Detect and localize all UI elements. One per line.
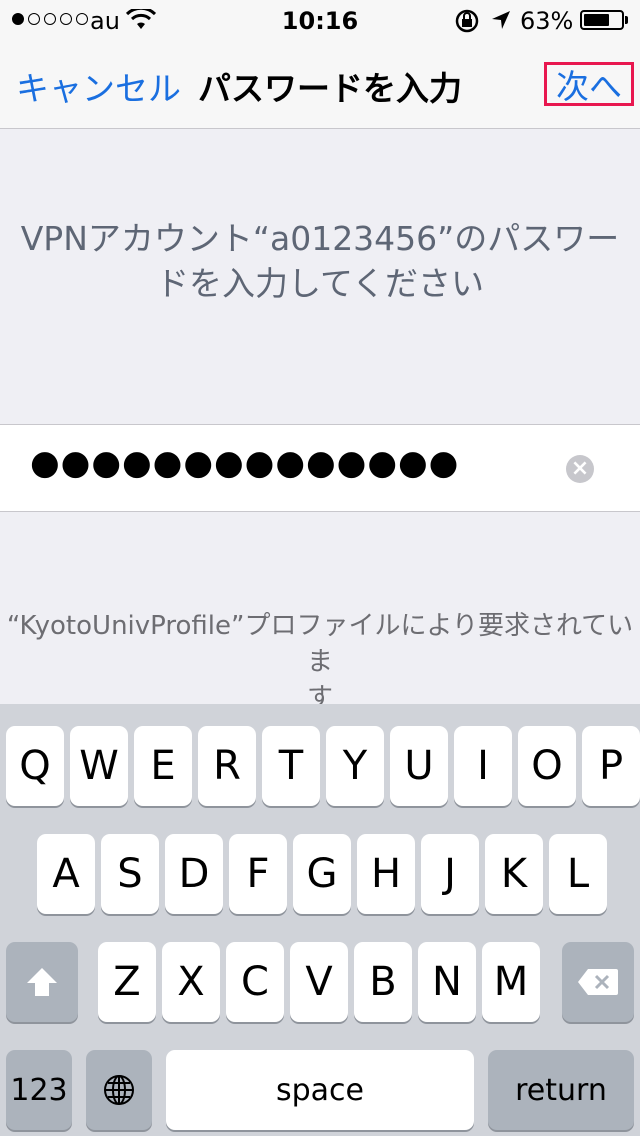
key-z[interactable]: Z: [98, 942, 156, 1022]
key-a[interactable]: A: [37, 834, 95, 914]
note-line-1: “KyotoUnivProfile”プロファイルにより要求されていま: [6, 611, 634, 677]
cancel-button[interactable]: キャンセル: [16, 62, 181, 110]
key-l[interactable]: L: [549, 834, 607, 914]
key-u[interactable]: U: [390, 726, 448, 806]
password-field[interactable]: ●●●●●●●●●●●●●● ×: [0, 424, 640, 512]
key-w[interactable]: W: [70, 726, 128, 806]
return-key[interactable]: return: [488, 1050, 634, 1130]
globe-icon: [104, 1075, 134, 1105]
key-p[interactable]: P: [582, 726, 640, 806]
rotation-lock-icon: [454, 8, 480, 38]
key-e[interactable]: E: [134, 726, 192, 806]
key-g[interactable]: G: [293, 834, 351, 914]
key-i[interactable]: I: [454, 726, 512, 806]
key-o[interactable]: O: [518, 726, 576, 806]
numbers-key[interactable]: 123: [6, 1050, 72, 1130]
navigation-bar: キャンセル パスワードを入力 次へ: [0, 40, 640, 129]
space-key[interactable]: space: [166, 1050, 474, 1130]
shift-arrow-icon: [27, 968, 57, 996]
globe-key[interactable]: [86, 1050, 152, 1130]
status-bar: au 10:16 63%: [0, 0, 640, 40]
page-title: パスワードを入力: [198, 69, 462, 108]
profile-note: “KyotoUnivProfile”プロファイルにより要求されていま す: [0, 608, 640, 716]
key-j[interactable]: J: [421, 834, 479, 914]
password-input[interactable]: ●●●●●●●●●●●●●●: [30, 443, 459, 483]
key-h[interactable]: H: [357, 834, 415, 914]
key-d[interactable]: D: [165, 834, 223, 914]
keyboard: Q W E R T Y U I O P A S D F G H J K L Z …: [0, 704, 640, 1136]
prompt-line-1: VPNアカウント“a0123456”のパスワー: [20, 219, 620, 258]
key-r[interactable]: R: [198, 726, 256, 806]
prompt-line-2: ドを入力してください: [155, 264, 485, 303]
backspace-icon: [578, 969, 618, 995]
key-y[interactable]: Y: [326, 726, 384, 806]
key-x[interactable]: X: [162, 942, 220, 1022]
battery-icon: [580, 10, 624, 30]
key-f[interactable]: F: [229, 834, 287, 914]
key-q[interactable]: Q: [6, 726, 64, 806]
next-button[interactable]: 次へ: [544, 62, 634, 106]
key-s[interactable]: S: [101, 834, 159, 914]
key-c[interactable]: C: [226, 942, 284, 1022]
key-v[interactable]: V: [290, 942, 348, 1022]
key-k[interactable]: K: [485, 834, 543, 914]
password-prompt: VPNアカウント“a0123456”のパスワー ドを入力してください: [0, 216, 640, 306]
key-n[interactable]: N: [418, 942, 476, 1022]
shift-key[interactable]: [6, 942, 78, 1022]
key-b[interactable]: B: [354, 942, 412, 1022]
delete-key[interactable]: [562, 942, 634, 1022]
battery-percentage: 63%: [520, 7, 574, 35]
key-t[interactable]: T: [262, 726, 320, 806]
key-m[interactable]: M: [482, 942, 540, 1022]
location-arrow-icon: [490, 9, 512, 35]
clear-text-icon[interactable]: ×: [566, 455, 594, 483]
